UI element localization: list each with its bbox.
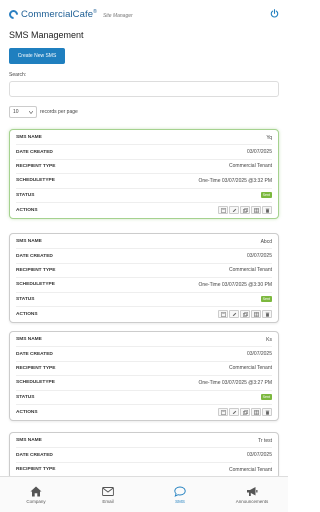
delete-icon[interactable] [262,408,272,417]
envelope-icon [102,486,114,496]
create-new-sms-button[interactable]: Create New SMS [9,48,65,64]
table-icon[interactable] [251,408,261,417]
delete-icon[interactable] [262,206,272,215]
logo-mark-icon [7,7,20,21]
brand-subtitle: Site Manager [102,12,133,19]
records-per-page-select[interactable]: 10 [9,106,37,118]
main-content: SMS Management Create New SMS Search: 10… [0,28,288,476]
tab-announcements[interactable]: Announcements [216,477,288,512]
table-icon[interactable] [251,310,261,319]
recipient-type-row: RECIPIENT TYPE Commercial Tenant [16,466,272,473]
status-row: STATUS Sent [16,189,272,203]
search-input[interactable] [9,81,279,97]
sms-record-card[interactable]: SMS NAME Yq DATE CREATED 03/07/2025 RECIPI… [9,129,279,220]
copy-icon[interactable] [240,408,250,417]
recipient-type-row: RECIPIENT TYPE Commercial Tenant [16,160,272,175]
actions-row: ACTIONS [16,307,272,321]
actions-row: ACTIONS [16,405,272,419]
date-created-row: DATE CREATED 03/07/2025 [16,145,272,160]
preview-icon[interactable] [218,310,228,319]
chevron-down-icon [29,110,33,114]
schedule-type-row: SCHEDULETYPE One-Time 03/07/2025 @3:30 PM [16,278,272,293]
edit-icon[interactable] [229,310,239,319]
delete-icon[interactable] [262,310,272,319]
search-label: Search: [9,72,27,78]
brand-name: CommercialCafe® [21,8,97,20]
bottom-tab-bar: Company Email SMS Announcements [0,476,288,512]
status-row: STATUS Sent [16,293,272,307]
date-created-row: DATE CREATED 03/07/2025 [16,249,272,264]
megaphone-icon [247,486,258,496]
tab-sms[interactable]: SMS [144,477,216,512]
sms-name-row: SMS NAME Abcd [16,235,272,250]
status-badge: Sent [260,296,272,303]
edit-icon[interactable] [229,206,239,215]
edit-icon[interactable] [229,408,239,417]
sms-record-card[interactable]: SMS NAME Tr test DATE CREATED 03/07/2025 R… [9,432,279,476]
records-per-page-label: records per page [40,109,78,115]
top-bar: CommercialCafe® Site Manager [0,0,288,28]
sms-record-card[interactable]: SMS NAME Abcd DATE CREATED 03/07/2025 RECI… [9,233,279,324]
copy-icon[interactable] [240,206,250,215]
status-badge: Sent [260,192,272,199]
tab-email[interactable]: Email [72,477,144,512]
status-badge: Sent [260,394,272,401]
tab-company[interactable]: Company [0,477,72,512]
chat-bubble-icon [174,486,186,497]
home-icon [30,486,42,496]
status-row: STATUS Sent [16,391,272,405]
table-icon[interactable] [251,206,261,215]
recipient-type-row: RECIPIENT TYPE Commercial Tenant [16,362,272,377]
preview-icon[interactable] [218,206,228,215]
recipient-type-row: RECIPIENT TYPE Commercial Tenant [16,264,272,279]
schedule-type-row: SCHEDULETYPE One-Time 03/07/2025 @3:27 PM [16,376,272,391]
sms-name-row: SMS NAME Ks [16,333,272,348]
schedule-type-row: SCHEDULETYPE One-Time 03/07/2025 @3:32 PM [16,174,272,189]
sms-name-row: SMS NAME Yq [16,131,272,146]
date-created-row: DATE CREATED 03/07/2025 [16,347,272,362]
brand-logo: CommercialCafe® Site Manager [7,7,133,21]
power-icon[interactable] [270,9,279,18]
copy-icon[interactable] [240,310,250,319]
sms-record-card[interactable]: SMS NAME Ks DATE CREATED 03/07/2025 RECIPI… [9,331,279,422]
page-title: SMS Management [9,30,84,40]
date-created-row: DATE CREATED 03/07/2025 [16,448,272,463]
records-per-page: 10 records per page [9,106,279,118]
sms-name-row: SMS NAME Tr test [16,434,272,449]
preview-icon[interactable] [218,408,228,417]
actions-row: ACTIONS [16,203,272,217]
